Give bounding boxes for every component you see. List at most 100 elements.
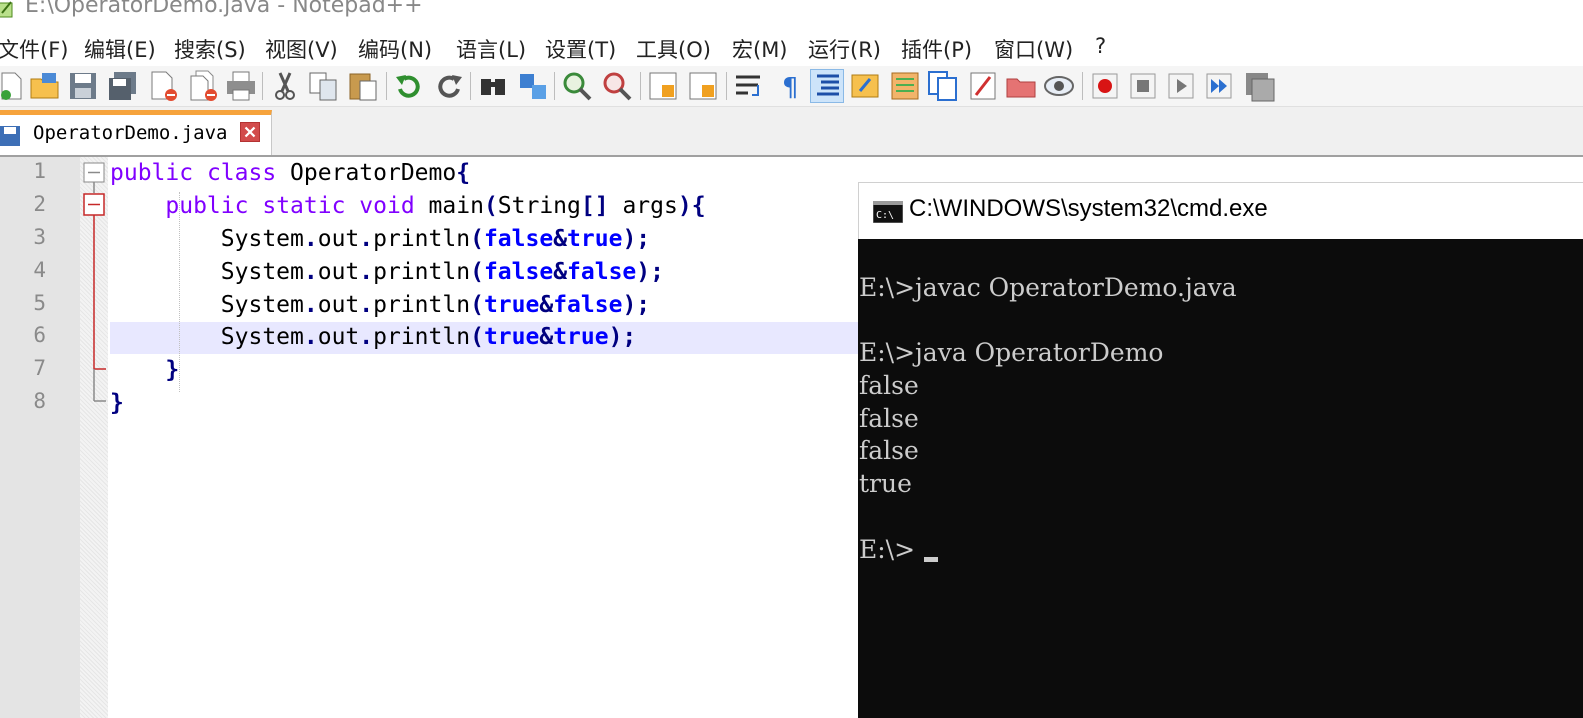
toolbar-separator xyxy=(1082,72,1083,100)
code-token: out xyxy=(317,324,360,350)
code-token: OperatorDemo xyxy=(276,160,457,186)
user-defined-language-icon[interactable] xyxy=(848,69,882,103)
replace-icon[interactable] xyxy=(516,69,550,103)
keyword-token: public xyxy=(165,193,249,219)
menu-plugins[interactable]: 插件(P) xyxy=(901,34,972,64)
cut-icon[interactable] xyxy=(268,69,302,103)
folder-workspace-icon[interactable] xyxy=(966,69,1000,103)
function-list-icon[interactable] xyxy=(926,69,960,103)
toolbar-separator xyxy=(386,72,387,100)
console-line: E:\>java OperatorDemo xyxy=(859,338,1164,367)
zoom-in-icon[interactable] xyxy=(560,69,594,103)
print-icon[interactable] xyxy=(224,69,258,103)
zoom-out-icon[interactable] xyxy=(600,69,634,103)
menu-tools[interactable]: 工具(O) xyxy=(636,34,711,64)
code-token: System xyxy=(110,259,304,285)
save-all-icon[interactable] xyxy=(106,69,140,103)
macro-play-icon[interactable] xyxy=(1164,69,1198,103)
code-token: out xyxy=(317,292,360,318)
cmd-console[interactable]: E:\>javac OperatorDemo.java E:\>java Ope… xyxy=(858,239,1583,718)
word-wrap-icon[interactable] xyxy=(732,69,766,103)
code-token: println xyxy=(373,292,471,318)
copy-icon[interactable] xyxy=(306,69,340,103)
keyword-token: static xyxy=(262,193,346,219)
menu-run[interactable]: 运行(R) xyxy=(808,34,881,64)
close-icon[interactable] xyxy=(146,69,180,103)
title-bar: E:\OperatorDemo.java - Notepad++ xyxy=(0,0,1583,22)
operator-token: ( xyxy=(470,259,484,285)
open-folder-icon[interactable] xyxy=(28,69,62,103)
save-icon[interactable] xyxy=(66,69,100,103)
operator-token: . xyxy=(303,324,318,350)
code-token: println xyxy=(373,324,471,350)
menu-file[interactable]: 文件(F) xyxy=(0,34,68,64)
undo-icon[interactable] xyxy=(392,69,426,103)
code-token: String xyxy=(497,193,581,219)
tab-label: OperatorDemo.java xyxy=(33,122,228,144)
macro-stop-icon[interactable] xyxy=(1126,69,1160,103)
line-number: 1 xyxy=(33,159,46,183)
fold-margin xyxy=(80,157,108,718)
show-all-chars-icon[interactable]: ¶ xyxy=(772,69,806,103)
code-token: println xyxy=(373,259,471,285)
macro-record-icon[interactable] xyxy=(1088,69,1122,103)
saved-file-icon xyxy=(0,126,20,146)
menu-macro[interactable]: 宏(M) xyxy=(732,34,788,64)
menu-view[interactable]: 视图(V) xyxy=(265,34,338,64)
cmd-title: C:\WINDOWS\system32\cmd.exe xyxy=(909,195,1268,222)
line-number: 5 xyxy=(33,291,46,315)
svg-text:¶: ¶ xyxy=(782,73,799,103)
menu-help[interactable]: ? xyxy=(1095,34,1106,58)
document-map-icon[interactable] xyxy=(888,69,922,103)
cmd-title-bar[interactable]: C:\ C:\WINDOWS\system32\cmd.exe xyxy=(858,182,1583,239)
macro-run-multiple-icon[interactable] xyxy=(1202,69,1236,103)
file-tab[interactable]: OperatorDemo.java xyxy=(0,110,272,155)
keyword-token: public xyxy=(110,160,194,186)
console-prompt: E:\> xyxy=(859,535,916,564)
menu-encoding[interactable]: 编码(N) xyxy=(358,34,432,64)
fold-toggle-icon[interactable] xyxy=(83,162,105,183)
console-line: E:\>javac OperatorDemo.java xyxy=(859,273,1237,302)
tab-close-icon[interactable] xyxy=(240,122,260,142)
code-token: System xyxy=(110,292,304,318)
code-line: public class OperatorDemo{ xyxy=(110,157,470,190)
sync-horizontal-icon[interactable] xyxy=(686,69,720,103)
operator-token: & xyxy=(553,259,568,285)
operator-token: & xyxy=(539,292,554,318)
line-number: 6 xyxy=(33,323,46,347)
code-token: out xyxy=(317,259,360,285)
code-token: System xyxy=(110,226,304,252)
operator-token: ); xyxy=(636,259,664,285)
new-file-icon[interactable] xyxy=(0,69,28,103)
literal-token: true xyxy=(483,292,540,318)
close-all-icon[interactable] xyxy=(186,69,220,103)
line-number: 4 xyxy=(33,258,46,282)
indent-guide-icon[interactable] xyxy=(810,69,844,103)
menu-window[interactable]: 窗口(W) xyxy=(994,34,1073,64)
paste-icon[interactable] xyxy=(346,69,380,103)
menu-search[interactable]: 搜索(S) xyxy=(174,34,246,64)
sync-vertical-icon[interactable] xyxy=(646,69,680,103)
console-line: false xyxy=(859,404,919,433)
menu-language[interactable]: 语言(L) xyxy=(456,34,526,64)
operator-token: ); xyxy=(622,292,651,318)
fold-toggle-icon[interactable] xyxy=(83,193,105,216)
cmd-window[interactable]: C:\ C:\WINDOWS\system32\cmd.exe E:\>java… xyxy=(858,182,1583,718)
find-icon[interactable] xyxy=(476,69,510,103)
operator-token: ); xyxy=(622,226,651,252)
menu-settings[interactable]: 设置(T) xyxy=(545,34,616,64)
toolbar: ¶ xyxy=(0,66,1583,107)
folder-as-workspace-icon[interactable] xyxy=(1004,69,1038,103)
operator-token: ); xyxy=(608,324,637,350)
macro-save-icon[interactable] xyxy=(1242,69,1276,103)
console-line: false xyxy=(859,436,919,465)
monitoring-icon[interactable] xyxy=(1042,69,1076,103)
code-token: main xyxy=(414,193,484,219)
line-number: 2 xyxy=(33,192,46,216)
redo-icon[interactable] xyxy=(432,69,466,103)
menu-edit[interactable]: 编辑(E) xyxy=(84,34,156,64)
